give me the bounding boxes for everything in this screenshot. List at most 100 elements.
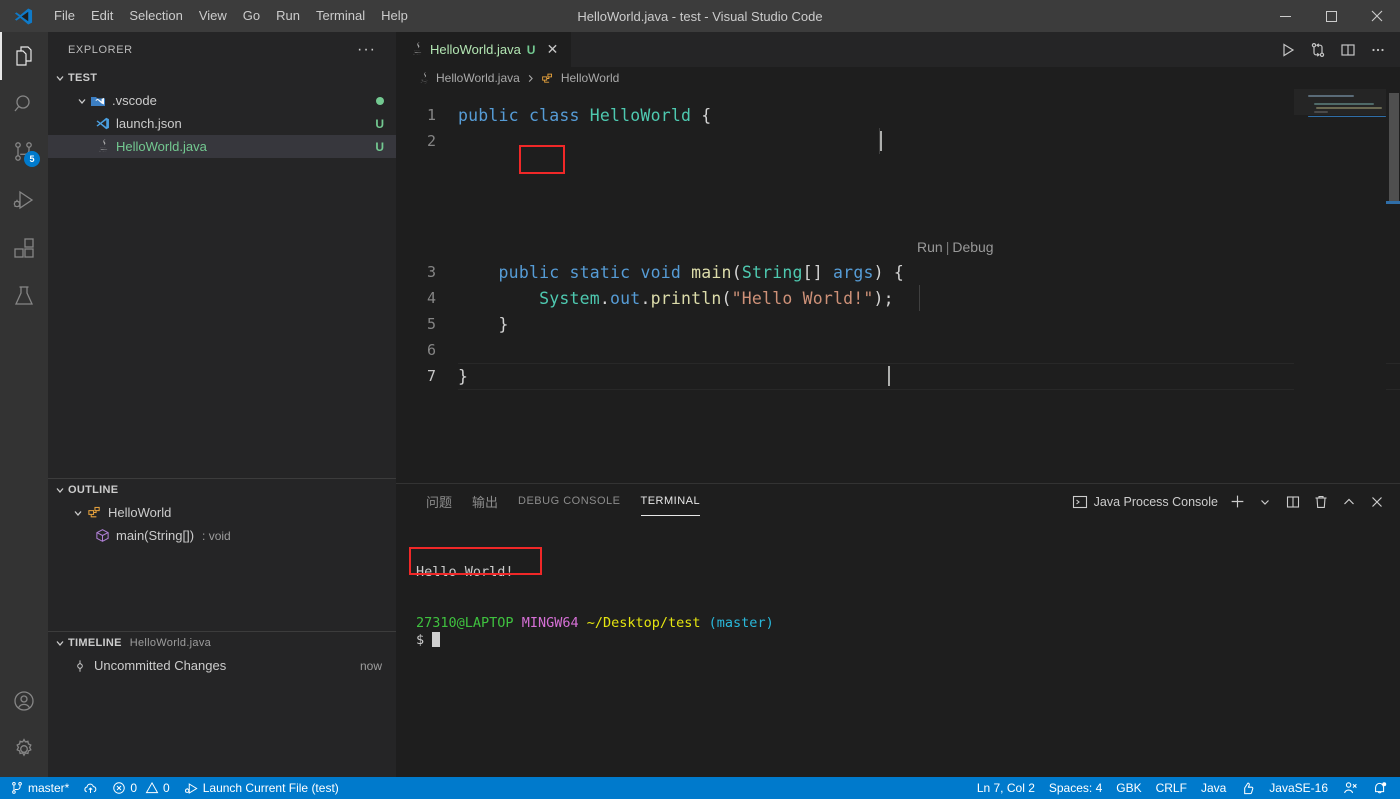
code-line-3: 3 public static void main(String[] args)… (396, 259, 1400, 285)
outline-header[interactable]: OUTLINE (48, 479, 396, 501)
activitybar-item-testing[interactable] (0, 272, 48, 320)
menu-go[interactable]: Go (235, 4, 268, 28)
terminal-content[interactable]: Hello World! 27310@LAPTOP MINGW64 ~/Desk… (396, 519, 1400, 777)
split-terminal-button[interactable] (1280, 489, 1306, 515)
run-code-button[interactable] (1274, 36, 1302, 64)
maximize-button[interactable] (1308, 0, 1354, 32)
tree-item-vscode-folder[interactable]: .vscode (48, 89, 396, 112)
codelens-debug-link[interactable]: Debug (952, 239, 993, 255)
timeline-subtitle: HelloWorld.java (130, 637, 211, 649)
timeline-section: TIMELINE HelloWorld.java Uncommitted Cha… (48, 632, 396, 777)
minimap-slider[interactable] (1294, 89, 1386, 115)
status-problems[interactable]: 0 0 (105, 777, 176, 799)
editor-scrollbar-thumb[interactable] (1389, 93, 1399, 201)
timeline-item-uncommitted-changes[interactable]: Uncommitted Changes now (48, 654, 396, 677)
activitybar-item-run-and-debug[interactable] (0, 176, 48, 224)
maximize-panel-button[interactable] (1336, 489, 1362, 515)
new-terminal-button[interactable] (1224, 489, 1250, 515)
minimize-button[interactable] (1262, 0, 1308, 32)
activitybar-item-manage[interactable] (0, 725, 48, 773)
close-panel-button[interactable] (1364, 489, 1390, 515)
git-status-badge: U (375, 117, 384, 131)
status-editor-position[interactable]: Ln 7, Col 2 (970, 777, 1042, 799)
codelens-run-link[interactable]: Run (917, 239, 943, 255)
terminal-dropdown-button[interactable] (1252, 489, 1278, 515)
outline-item-main-method[interactable]: main(String[]) : void (48, 524, 396, 547)
tree-item-launch-json[interactable]: launch.json U (48, 112, 396, 135)
status-editor-encoding[interactable]: GBK (1109, 777, 1148, 799)
terminal-input-line[interactable]: $ (416, 632, 1400, 649)
tab-problems[interactable]: 问题 (416, 484, 462, 519)
current-line-bottom-border (458, 389, 1400, 390)
gear-icon (12, 737, 36, 761)
status-bar: master* 0 0 (0, 777, 1400, 799)
minimap[interactable] (1294, 89, 1386, 483)
activitybar-item-explorer[interactable] (0, 32, 48, 80)
status-notifications[interactable] (1365, 777, 1400, 799)
timeline-header[interactable]: TIMELINE HelloWorld.java (48, 632, 396, 654)
beaker-icon (12, 284, 36, 308)
close-icon (1370, 495, 1384, 509)
class-icon (541, 70, 555, 86)
editor-vertical-scrollbar[interactable] (1386, 89, 1400, 483)
line-number: 7 (396, 367, 458, 385)
breadcrumb-separator-icon (526, 74, 535, 83)
code-content: 1 public class HelloWorld { 2 (396, 89, 1400, 483)
vscode-folder-icon (90, 93, 106, 109)
activitybar-item-extensions[interactable] (0, 224, 48, 272)
sidebar-more-actions-button[interactable]: ··· (357, 46, 376, 54)
codelens-separator: | (946, 239, 950, 255)
status-live-share[interactable] (1335, 777, 1365, 799)
split-editor-button[interactable] (1334, 36, 1362, 64)
status-editor-indentation[interactable]: Spaces: 4 (1042, 777, 1109, 799)
menu-bar: File Edit Selection View Go Run Terminal… (46, 0, 416, 32)
split-icon (1285, 494, 1301, 510)
tab-output[interactable]: 输出 (462, 484, 508, 519)
kill-terminal-button[interactable] (1308, 489, 1334, 515)
status-feedback[interactable] (1233, 777, 1262, 799)
breadcrumb-item-class[interactable]: HelloWorld (541, 70, 619, 86)
terminal-selector-label: Java Process Console (1094, 495, 1218, 509)
run-with-coverage-button[interactable] (1304, 36, 1332, 64)
menu-view[interactable]: View (191, 4, 235, 28)
menu-help[interactable]: Help (373, 4, 416, 28)
tree-item-helloworld-java[interactable]: HelloWorld.java U (48, 135, 396, 158)
tab-debug-console[interactable]: DEBUG CONSOLE (508, 484, 630, 519)
code-editor[interactable]: 1 public class HelloWorld { 2 (396, 89, 1400, 483)
thumbsup-icon (1240, 781, 1255, 796)
activitybar-item-search[interactable] (0, 80, 48, 128)
activitybar-item-accounts[interactable] (0, 677, 48, 725)
tab-helloworld-java[interactable]: HelloWorld.java U ✕ (396, 32, 572, 67)
run-debug-icon (12, 188, 36, 212)
activitybar-item-source-control[interactable]: 5 (0, 128, 48, 176)
menu-selection[interactable]: Selection (121, 4, 190, 28)
status-java-runtime[interactable]: JavaSE-16 (1262, 777, 1335, 799)
status-launch-config[interactable]: Launch Current File (test) (177, 777, 346, 799)
status-sync-changes[interactable] (76, 777, 105, 799)
breadcrumb-item-file[interactable]: HelloWorld.java (416, 70, 520, 86)
trash-icon (1313, 494, 1329, 510)
terminal-selector[interactable]: Java Process Console (1072, 494, 1222, 510)
menu-edit[interactable]: Edit (83, 4, 121, 28)
menu-terminal[interactable]: Terminal (308, 4, 373, 28)
code-line-5-text: } (458, 315, 509, 334)
code-line-3-text: public static void main(String[] args) { (458, 263, 904, 282)
minimap-line (1314, 111, 1328, 113)
text-caret (880, 131, 882, 151)
tab-close-button[interactable]: ✕ (543, 41, 561, 59)
status-editor-eol[interactable]: CRLF (1149, 777, 1194, 799)
menu-run[interactable]: Run (268, 4, 308, 28)
status-editor-language[interactable]: Java (1194, 777, 1233, 799)
explorer-root-header[interactable]: TEST (48, 67, 396, 89)
menu-file[interactable]: File (46, 4, 83, 28)
tab-terminal[interactable]: TERMINAL (631, 484, 711, 519)
cloud-sync-icon (83, 781, 98, 796)
outline-item-helloworld[interactable]: HelloWorld (48, 501, 396, 524)
close-button[interactable] (1354, 0, 1400, 32)
status-branch[interactable]: master* (0, 777, 76, 799)
code-line-2: 2 (396, 128, 1400, 154)
breadcrumb-class-label: HelloWorld (561, 71, 619, 85)
more-actions-button[interactable] (1364, 36, 1392, 64)
git-compare-icon (1310, 42, 1326, 58)
git-status-badge: U (375, 140, 384, 154)
